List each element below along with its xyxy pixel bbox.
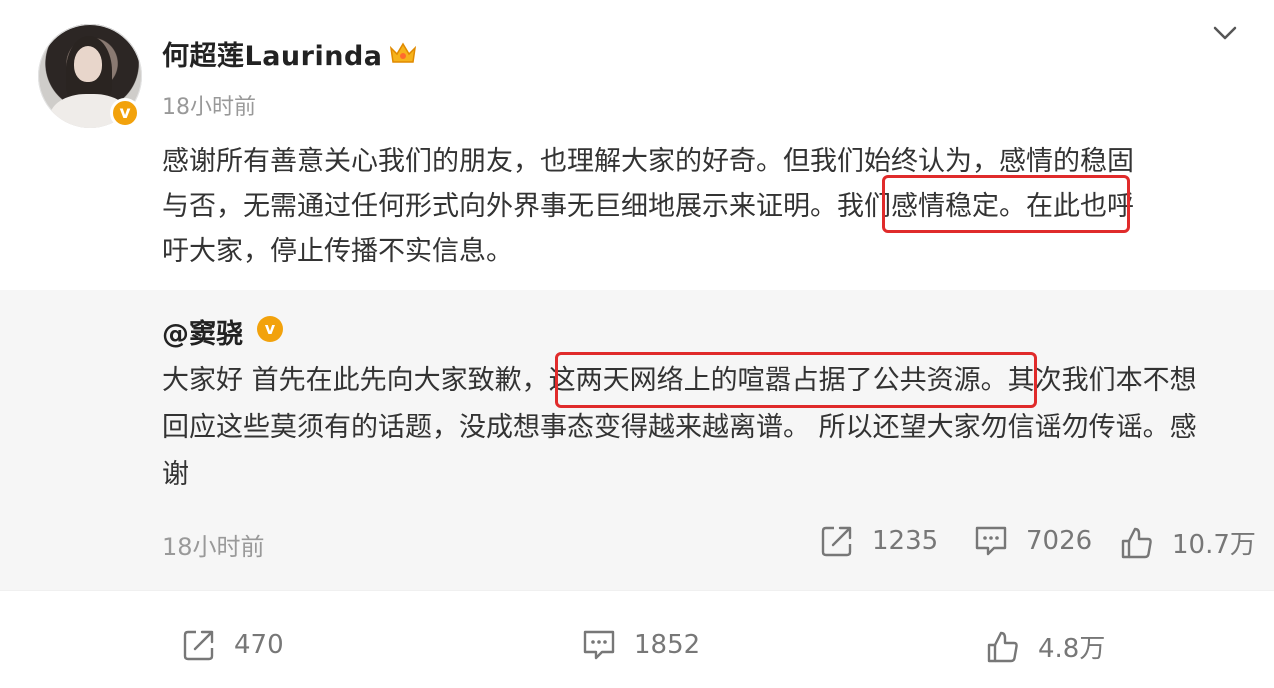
comment-count: 1852 (634, 630, 701, 660)
avatar-face (74, 46, 102, 82)
like-icon (1121, 527, 1152, 558)
post-text-line: 吁大家，停止传播不实信息。 (162, 236, 513, 267)
repost-button[interactable]: 470 (182, 628, 284, 662)
quote-verified-icon: v (257, 316, 283, 342)
quote-text-line: 回应这些莫须有的话题，没成想事态变得越来越离谱。 所以还望大家勿信谣勿传谣。感 (162, 412, 1197, 443)
quote-like-count: 10.7万 (1172, 530, 1256, 560)
quote-like-button[interactable]: 10.7万 (1120, 524, 1256, 561)
crown-icon (389, 42, 417, 63)
quote-user-name[interactable]: @窦骁 (162, 312, 243, 351)
post-text-line: 与否，无需通过任何形式向外界事无巨细地展示来证明。我们感情稳定。在此也呼 (162, 191, 1134, 222)
post-text: 感谢所有善意关心我们的朋友，也理解大家的好奇。但我们始终认为，感情的稳固 与否，… (162, 139, 1242, 274)
quote-text: 大家好 首先在此先向大家致歉，这两天网络上的喧嚣占据了公共资源。其次我们本不想 … (162, 357, 1242, 498)
comment-icon (975, 526, 1007, 556)
post-text-line: 感谢所有善意关心我们的朋友，也理解大家的好奇。但我们始终认为，感情的稳固 (162, 146, 1134, 177)
quote-repost-button[interactable]: 1235 (820, 524, 938, 558)
comment-button[interactable]: 1852 (582, 628, 700, 662)
verified-icon: v (110, 98, 140, 128)
quote-text-line: 大家好 首先在此先向大家致歉，这两天网络上的喧嚣占据了公共资源。其次我们本不想 (162, 365, 1197, 396)
repost-icon (821, 526, 852, 557)
weibo-post: v 何超莲Laurinda 18小时前 感谢所有善意关心我们的朋友，也理解大家的… (0, 0, 1274, 688)
like-count: 4.8万 (1038, 634, 1106, 664)
comment-icon (583, 630, 615, 660)
quote-comment-button[interactable]: 7026 (974, 524, 1092, 558)
chevron-down-icon[interactable] (1210, 20, 1240, 46)
repost-count: 470 (234, 630, 284, 660)
quote-time: 18小时前 (162, 533, 265, 561)
divider (0, 590, 1274, 591)
like-icon (987, 631, 1018, 662)
post-time: 18小时前 (162, 95, 256, 120)
user-name[interactable]: 何超莲Laurinda (162, 34, 383, 73)
quote-repost-count: 1235 (872, 526, 939, 556)
quote-text-line: 谢 (162, 459, 189, 490)
quote-comment-count: 7026 (1026, 526, 1093, 556)
like-button[interactable]: 4.8万 (986, 628, 1105, 665)
repost-icon (183, 630, 214, 661)
